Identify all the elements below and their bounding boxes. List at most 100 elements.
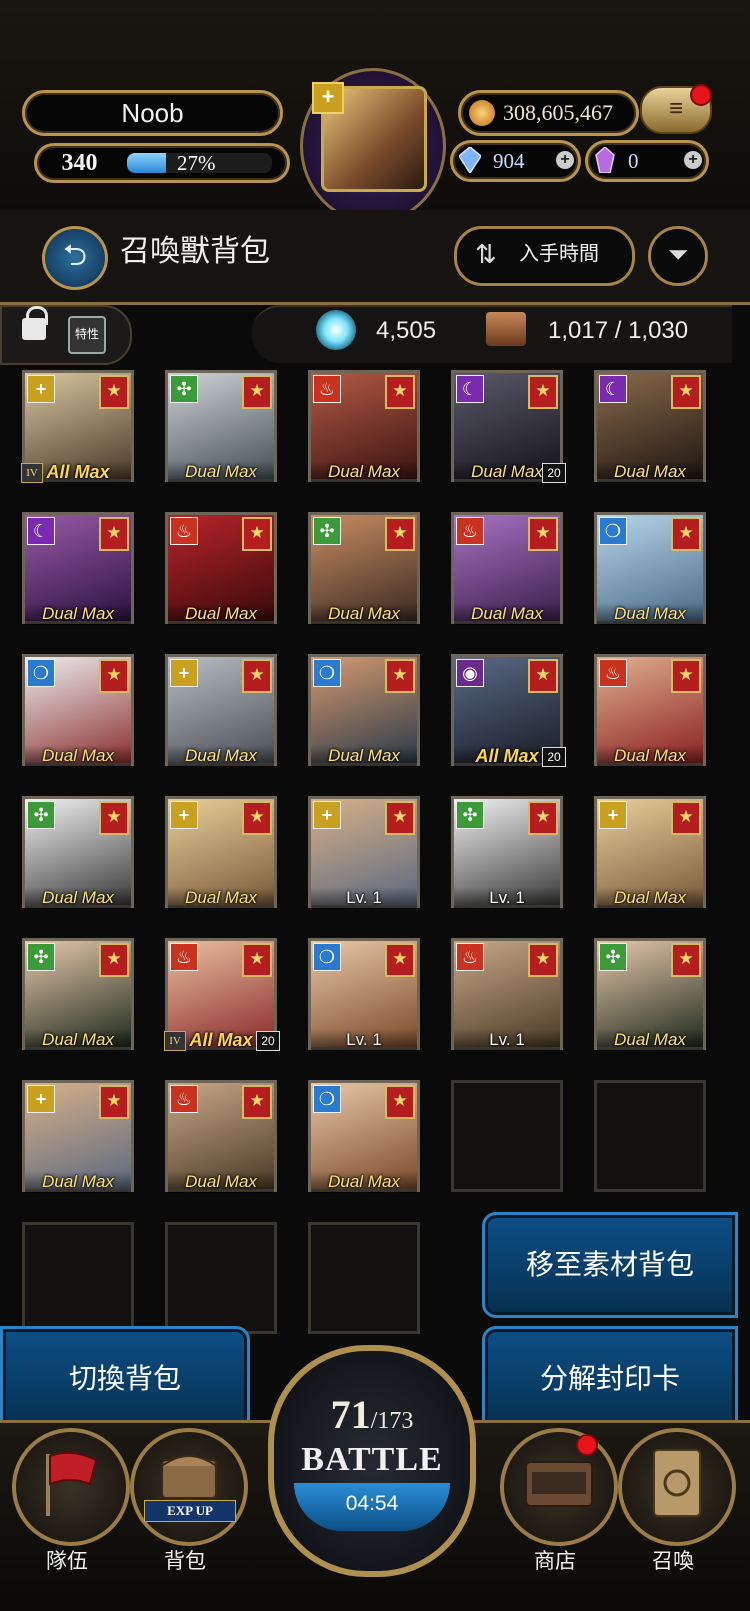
card-status-label: Dual Max: [311, 745, 417, 767]
card-status-label: Lv. 1: [311, 1029, 417, 1051]
empty-slot: [451, 1080, 563, 1192]
soul-orb-icon: [316, 310, 356, 350]
monster-card[interactable]: ♨ ★ Dual Max: [308, 370, 420, 483]
empty-slot: [594, 1080, 706, 1192]
empty-slot: [308, 1222, 420, 1334]
skill-level-badge: 20: [256, 1031, 280, 1051]
stamina-current: 71: [330, 1392, 371, 1437]
filter-button[interactable]: ⏷: [648, 226, 708, 286]
water-element-icon: ❍: [599, 517, 627, 545]
monster-card[interactable]: + ★ Dual Max: [165, 654, 277, 767]
gold-coin-icon: [469, 100, 495, 126]
star-icon: ★: [671, 801, 701, 835]
monster-card[interactable]: ✣ ★ Lv. 1: [451, 796, 563, 909]
empty-slot: [165, 1222, 277, 1334]
monster-card[interactable]: ❍ ★ Dual Max: [308, 1080, 420, 1193]
monster-card[interactable]: ✣ ★ Dual Max: [594, 938, 706, 1051]
star-icon: ★: [671, 943, 701, 977]
card-status-label: Dual Max: [168, 461, 274, 483]
monster-card[interactable]: ❍ ★ Dual Max: [308, 654, 420, 767]
star-icon: ★: [528, 375, 558, 409]
monster-card[interactable]: + ★ Dual Max: [22, 1080, 134, 1193]
bag-capacity: 1,017 / 1,030: [548, 317, 689, 344]
monster-card[interactable]: ♨ ★ Dual Max: [594, 654, 706, 767]
monster-card[interactable]: ❍ ★ Dual Max: [22, 654, 134, 767]
nav-shop-label: 商店: [534, 1549, 576, 1573]
monster-card[interactable]: ◉ ★ All Max 20: [451, 654, 566, 767]
move-to-material-button[interactable]: 移至素材背包: [482, 1212, 738, 1318]
stamina-max: /173: [370, 1408, 414, 1434]
lock-icon[interactable]: [22, 318, 46, 340]
fire-element-icon: ♨: [170, 1085, 198, 1113]
monster-card[interactable]: ✣ ★ Dual Max: [22, 796, 134, 909]
monster-card[interactable]: + ★ Lv. 1: [308, 796, 420, 909]
star-icon: ★: [99, 517, 129, 551]
monster-card[interactable]: + ★ Dual Max: [165, 796, 277, 909]
add-blue-gem-button[interactable]: +: [556, 151, 574, 169]
monster-card[interactable]: ♨ ★ All Max IV 20: [164, 938, 280, 1051]
monster-card[interactable]: + ★ All Max IV: [21, 370, 134, 483]
sort-button[interactable]: ⇅ 入手時間: [454, 226, 635, 286]
card-status-label: Dual Max: [25, 1171, 131, 1193]
plus-icon: +: [312, 82, 344, 114]
back-button[interactable]: ⮌: [42, 226, 108, 290]
star-icon: ★: [528, 801, 558, 835]
blue-gem-counter: 904 +: [450, 140, 581, 182]
star-icon: ★: [99, 375, 129, 409]
monster-card[interactable]: ❍ ★ Lv. 1: [308, 938, 420, 1051]
player-name-box[interactable]: Noob: [22, 90, 283, 136]
rank-badge: IV: [164, 1031, 186, 1051]
monster-card[interactable]: ☾ ★ Dual Max 20: [451, 370, 566, 483]
star-icon: ★: [528, 517, 558, 551]
player-level-box: 340 27%: [34, 143, 290, 183]
card-status-label: Dual Max: [597, 1029, 703, 1051]
monster-card[interactable]: ☾ ★ Dual Max: [22, 512, 134, 625]
page-title: 召喚獸背包: [120, 234, 270, 269]
nav-summon-button[interactable]: [618, 1428, 736, 1546]
skill-level-badge: 20: [542, 747, 566, 767]
trait-button[interactable]: 特性: [68, 316, 106, 354]
nav-shop-button[interactable]: [500, 1428, 618, 1546]
fire-element-icon: ♨: [170, 517, 198, 545]
monster-card[interactable]: ✣ ★ Dual Max: [308, 512, 420, 625]
bag-chest-icon: [161, 1455, 217, 1499]
shop-stall-icon: [525, 1461, 593, 1507]
stamina-timer: 04:54: [294, 1483, 450, 1531]
battle-button[interactable]: 71/173 BATTLE 04:54: [268, 1345, 476, 1577]
player-level: 340: [61, 150, 98, 176]
monster-card[interactable]: ✣ ★ Dual Max: [165, 370, 277, 483]
dark-element-icon: ☾: [599, 375, 627, 403]
nav-bag-button[interactable]: EXP UP: [130, 1428, 248, 1546]
add-purple-gem-button[interactable]: +: [684, 151, 702, 169]
switch-bag-button[interactable]: 切換背包: [0, 1326, 250, 1432]
dark-element-icon: ☾: [456, 375, 484, 403]
wind-element-icon: ✣: [456, 801, 484, 829]
disassemble-button[interactable]: 分解封印卡: [482, 1326, 738, 1432]
wind-element-icon: ✣: [27, 943, 55, 971]
monster-card[interactable]: ♨ ★ Dual Max: [165, 512, 277, 625]
monster-card[interactable]: + ★ Dual Max: [594, 796, 706, 909]
star-icon: ★: [528, 943, 558, 977]
star-icon: ★: [242, 801, 272, 835]
wind-element-icon: ✣: [27, 801, 55, 829]
light-element-icon: +: [170, 659, 198, 687]
card-status-label: Lv. 1: [454, 887, 560, 909]
monster-card[interactable]: ✣ ★ Dual Max: [22, 938, 134, 1051]
star-icon: ★: [99, 1085, 129, 1119]
nav-summon-label: 召喚: [652, 1549, 694, 1573]
wind-element-icon: ✣: [313, 517, 341, 545]
nav-team-button[interactable]: [12, 1428, 130, 1546]
monster-card[interactable]: ☾ ★ Dual Max: [594, 370, 706, 483]
monster-card[interactable]: ♨ ★ Lv. 1: [451, 938, 563, 1051]
monster-card[interactable]: ♨ ★ Dual Max: [451, 512, 563, 625]
wind-element-icon: ✣: [599, 943, 627, 971]
exp-percent: 27%: [177, 151, 216, 175]
card-status-label: Dual Max: [25, 745, 131, 767]
sort-label: 入手時間: [519, 243, 599, 265]
monster-card[interactable]: ❍ ★ Dual Max: [594, 512, 706, 625]
fire-element-icon: ♨: [313, 375, 341, 403]
purple-gem-amount: 0: [628, 149, 639, 173]
water-element-icon: ❍: [27, 659, 55, 687]
monster-card[interactable]: ♨ ★ Dual Max: [165, 1080, 277, 1193]
card-status-label: Dual Max: [311, 461, 417, 483]
